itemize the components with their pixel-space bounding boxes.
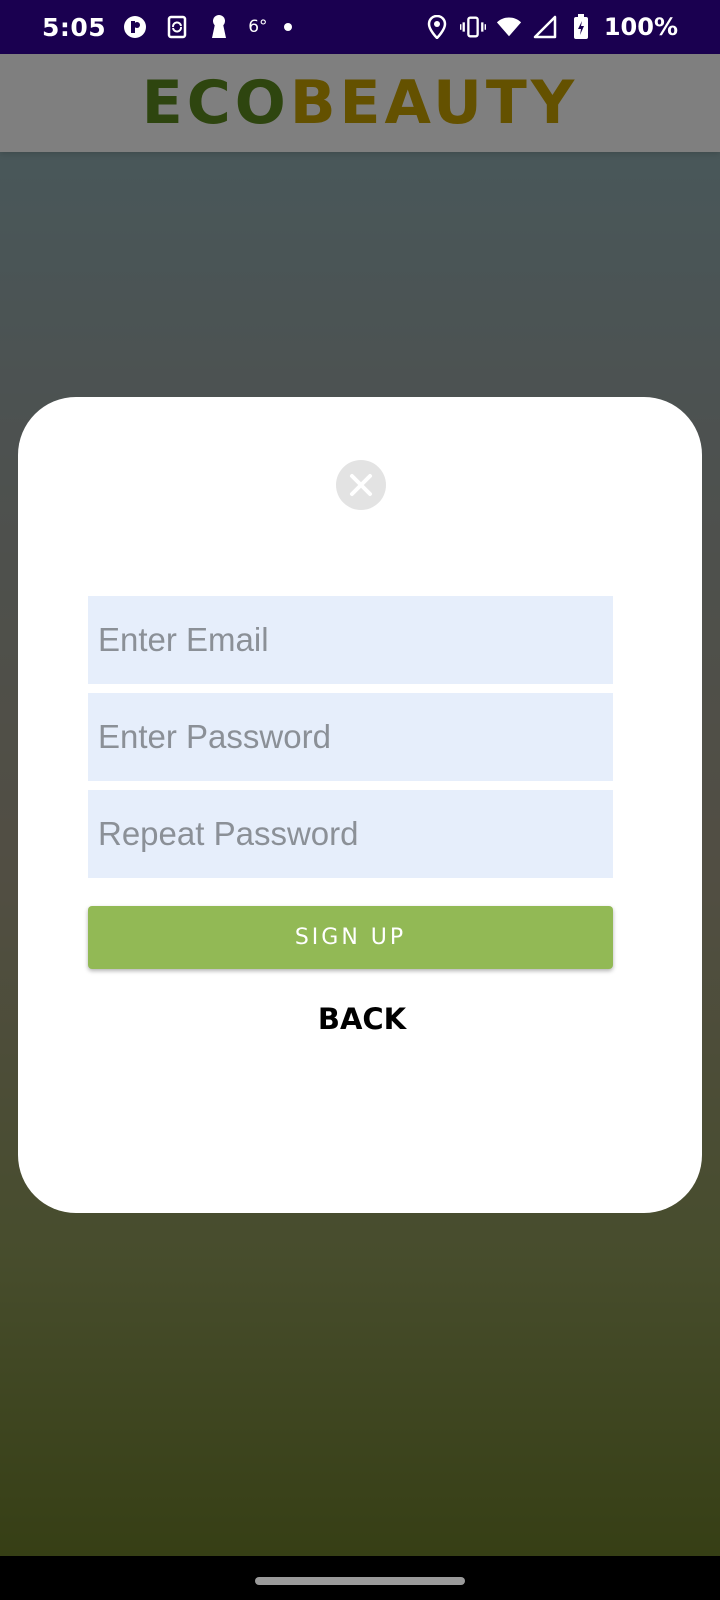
wifi-icon [496, 14, 522, 40]
signal-icon [532, 14, 558, 40]
vibrate-icon [459, 14, 486, 40]
repeat-password-field[interactable] [88, 790, 613, 878]
status-time: 5:05 [42, 12, 107, 42]
status-left-group: 5:05 6° [42, 13, 292, 42]
back-button[interactable]: BACK [278, 994, 446, 1044]
notification-app-icon [122, 14, 148, 40]
battery-percentage: 100% [603, 13, 678, 41]
notification-dot-icon [283, 23, 292, 31]
home-gesture-handle[interactable] [255, 1577, 465, 1585]
location-icon [424, 14, 450, 40]
keyhole-icon [206, 14, 232, 40]
status-right-group: 100% [424, 13, 678, 41]
signup-dialog: SIGN UP BACK [18, 397, 702, 1213]
email-field[interactable] [88, 596, 613, 684]
battery-charging-icon [568, 14, 594, 40]
close-icon [348, 472, 374, 498]
close-button[interactable] [336, 460, 386, 510]
status-bar: 5:05 6° 100% [0, 0, 720, 54]
sign-up-button[interactable]: SIGN UP [88, 906, 613, 969]
temperature-text: 6° [248, 17, 268, 37]
sync-icon [164, 14, 190, 40]
navigation-bar [0, 1556, 720, 1600]
password-field[interactable] [88, 693, 613, 781]
